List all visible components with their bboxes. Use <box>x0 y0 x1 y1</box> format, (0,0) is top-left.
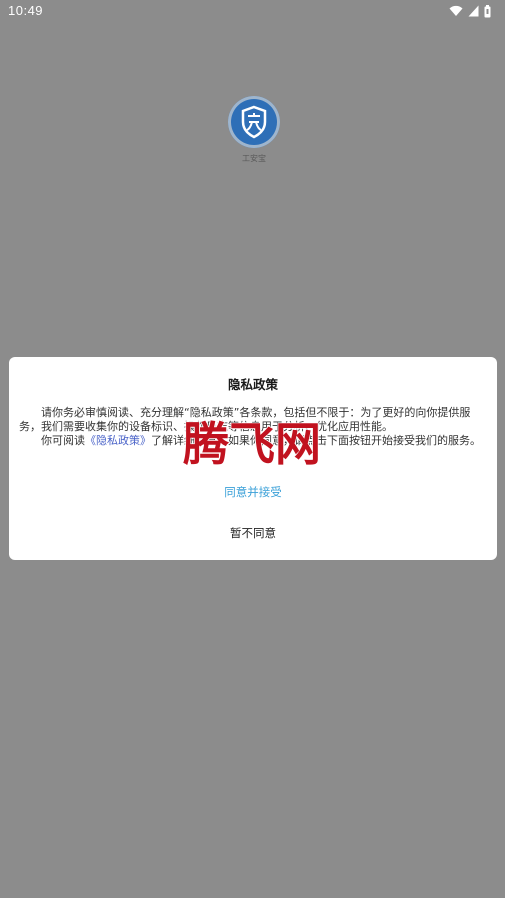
agree-button[interactable]: 同意并接受 <box>9 481 497 503</box>
wifi-icon <box>449 5 463 17</box>
battery-icon <box>484 4 491 18</box>
dialog-title: 隐私政策 <box>227 377 278 392</box>
dialog-paragraph-1: 请你务必审慎阅读、充分理解“隐私政策”各条款，包括但不限于：为了更好的向你提供服… <box>19 406 471 433</box>
dialog-paragraph-2: 你可阅读《隐私政策》了解详细信息。如果你同意，请点击下面按钮开始接受我们的服务。 <box>19 434 489 448</box>
signal-icon <box>468 5 479 17</box>
shield-an-icon <box>234 102 274 142</box>
privacy-policy-link[interactable]: 《隐私政策》 <box>85 434 151 447</box>
app-logo <box>228 96 280 148</box>
app-name: 工安宝 <box>242 154 266 163</box>
dialog-body: 请你务必审慎阅读、充分理解“隐私政策”各条款，包括但不限于：为了更好的向你提供服… <box>19 406 489 448</box>
status-time: 10:49 <box>8 3 44 18</box>
paragraph-2-suffix: 了解详细信息。如果你同意，请点击下面按钮开始接受我们的服务。 <box>151 434 481 447</box>
paragraph-2-prefix: 你可阅读 <box>41 434 85 447</box>
disagree-button[interactable]: 暂不同意 <box>9 522 497 544</box>
status-bar: 10:49 <box>0 0 505 22</box>
status-icons <box>449 4 491 18</box>
privacy-dialog: 隐私政策 请你务必审慎阅读、充分理解“隐私政策”各条款，包括但不限于：为了更好的… <box>9 357 497 560</box>
